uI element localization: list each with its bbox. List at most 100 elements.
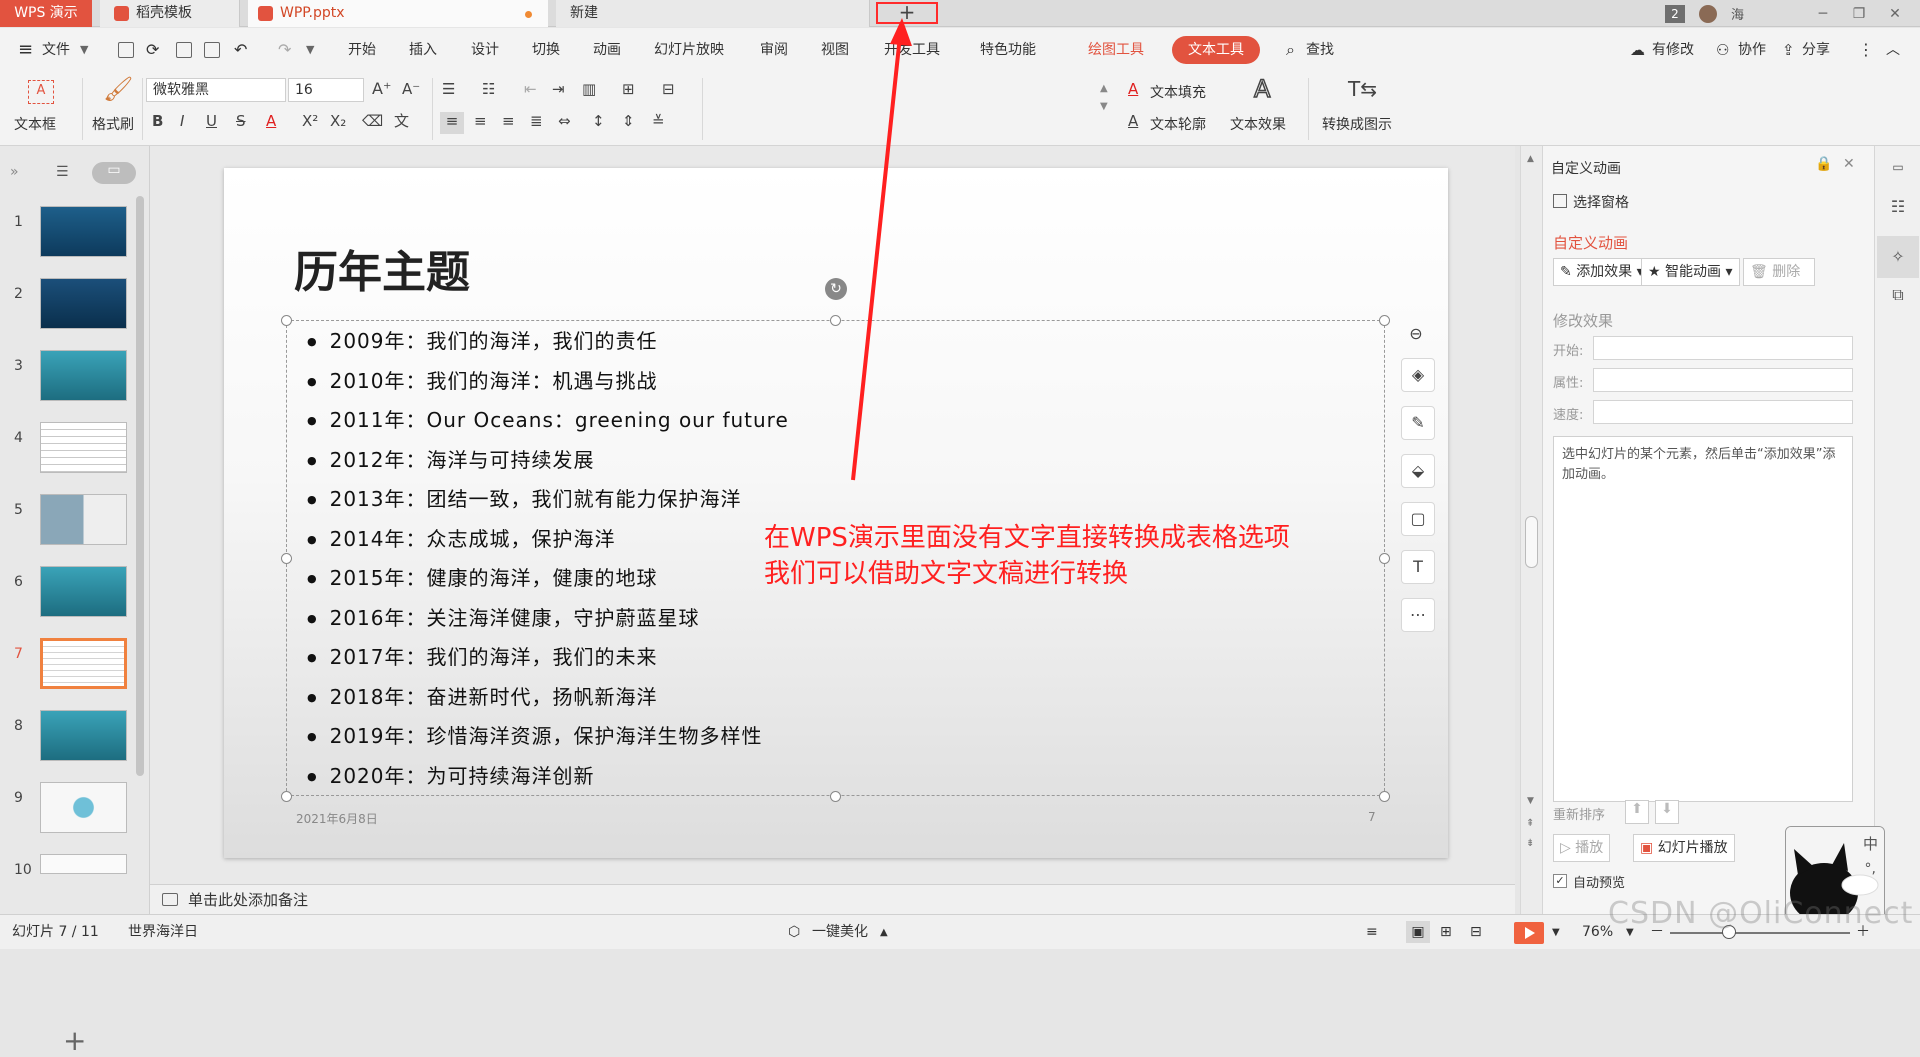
align-left-icon[interactable]: ≡ [440,112,464,134]
tab-review[interactable]: 审阅 [760,28,788,72]
resize-handle[interactable] [1379,315,1390,326]
bullet-item[interactable]: 2009年：我们的海洋，我们的责任 [307,325,658,354]
chevron-down-icon[interactable]: ▼ [1552,915,1560,950]
start-select[interactable] [1593,336,1853,360]
smart-animation-button[interactable]: ★ 智能动画 ▾ [1641,258,1740,286]
add-effect-button[interactable]: ✎ 添加效果 ▾ [1553,258,1651,286]
bullet-item[interactable]: 2018年：奋进新时代，扬帆新海洋 [307,681,658,710]
text-effect-icon[interactable]: A [1253,76,1271,102]
cloud-icon[interactable]: ☁ [1630,28,1645,72]
add-tab-button[interactable]: + [876,2,938,24]
bullet-item[interactable]: 2020年：为可持续海洋创新 [307,760,595,789]
avatar[interactable] [1698,4,1717,23]
tab-text-tools[interactable]: 文本工具 [1172,36,1260,64]
reading-view-icon[interactable]: ⊟ [1470,915,1482,950]
tab-drawing-tools[interactable]: 绘图工具 [1088,28,1144,72]
resize-handle[interactable] [281,553,292,564]
speed-select[interactable] [1593,400,1853,424]
clear-format-icon[interactable]: ⌫ [362,112,383,130]
slide[interactable]: 历年主题 2009年：我们的海洋，我们的责任 2010年：我们的海洋：机遇与挑战… [224,168,1448,858]
hamburger-icon[interactable]: ≡ [18,28,33,72]
resize-handle[interactable] [281,791,292,802]
slide-counter[interactable]: 幻灯片 7 / 11 [12,915,99,950]
border-icon[interactable]: ▢ [1401,502,1435,536]
bullet-item[interactable]: 2016年：关注海洋健康，守护蔚蓝星球 [307,602,700,631]
app-tab-wps[interactable]: WPS 演示 [0,0,92,27]
slide-thumbnail-7-selected[interactable] [40,638,127,689]
slide-thumbnail-10[interactable] [40,854,127,874]
align-text-icon[interactable]: ⊟ [662,80,675,98]
minimize-icon[interactable]: ─ [1812,6,1834,22]
modified-status[interactable]: 有修改 [1652,28,1694,72]
chevron-down-icon[interactable]: ▼ [80,28,88,72]
slide-thumbnail-1[interactable] [40,206,127,257]
numbered-list-icon[interactable]: ☷ [482,80,495,98]
delete-button[interactable]: 🗑 删除 [1743,258,1815,286]
one-click-beautify-button[interactable]: 一键美化 [812,915,868,950]
chevron-up-icon[interactable]: ▲ [880,915,888,950]
bullet-item[interactable]: 2019年：珍惜海洋资源，保护海洋生物多样性 [307,720,763,749]
play-button[interactable]: ▷ 播放 [1553,834,1611,862]
share-icon[interactable]: ⇪ [1782,28,1795,72]
slide-thumbnail-5[interactable] [40,494,127,545]
bullet-list-icon[interactable]: ☰ [442,80,455,98]
text-columns-icon[interactable]: ▥ [582,80,596,98]
tab-animation[interactable]: 动画 [593,28,621,72]
bullet-item[interactable]: 2011年：Our Oceans：greening our future [307,404,789,433]
italic-icon[interactable]: I [180,112,184,130]
notes-toggle-icon[interactable]: ≡ [1366,915,1378,950]
panel-toggle-icon[interactable]: ▭ [1887,156,1909,178]
animation-list[interactable]: 选中幻灯片的某个元素，然后单击“添加效果”添加动画。 [1553,436,1853,802]
undo-icon[interactable]: ↶ [234,28,247,72]
resize-handle[interactable] [830,315,841,326]
slide-thumbnail-9[interactable] [40,782,127,833]
thumbnail-scrollbar[interactable] [136,196,144,776]
text-fill-icon[interactable]: A [1128,80,1138,98]
save-icon[interactable] [118,42,134,58]
more-options-icon[interactable]: ⋮ [1858,28,1874,72]
tab-view[interactable]: 视图 [821,28,849,72]
selection-pane-icon[interactable] [1553,194,1567,208]
tab-special-features[interactable]: 特色功能 [980,28,1036,72]
user-name[interactable]: 海 [1731,4,1744,23]
convert-graphic-icon[interactable]: T⇆ [1348,79,1377,99]
justify-icon[interactable]: ≣ [530,112,543,130]
slide-thumbnail-2[interactable] [40,278,127,329]
text-outline-button[interactable]: 文本轮廓 [1150,114,1206,134]
align-right-icon[interactable]: ≡ [502,112,515,130]
scroll-down-icon[interactable]: ▼ [1527,796,1534,806]
fill-icon[interactable]: ⬙ [1401,454,1435,488]
auto-preview-checkbox[interactable]: ✓ [1553,874,1567,888]
canvas-vertical-scrollbar[interactable]: ▲ ▼ ⇞ ⇟ [1520,146,1542,914]
add-slide-button[interactable]: + [63,1024,86,1057]
scrollbar-thumb[interactable] [1525,516,1538,568]
scroll-up-icon[interactable]: ▲ [1527,154,1534,164]
ime-punctuation-icon[interactable]: °, [1865,861,1876,877]
tab-developer[interactable]: 开发工具 [884,28,940,72]
bullet-item[interactable]: 2014年：众志成城，保护海洋 [307,523,616,552]
distribute-icon[interactable]: ⇔ [558,112,571,130]
text-effect-button[interactable]: 文本效果 [1230,114,1286,134]
play-slideshow-button[interactable] [1514,922,1544,944]
tab-wpp-document[interactable]: WPP.pptx [248,0,548,27]
file-menu[interactable]: 文件 [42,28,70,72]
tab-transition[interactable]: 切换 [532,28,560,72]
tab-docer-templates[interactable]: 稻壳模板 [100,0,240,27]
move-up-icon[interactable]: ⬆ [1625,800,1649,824]
decrease-indent-icon[interactable]: ⇤ [524,80,537,98]
resize-handle[interactable] [281,315,292,326]
bullet-item[interactable]: 2010年：我们的海洋：机遇与挑战 [307,365,658,394]
font-size-select[interactable]: 16 [288,78,364,102]
gallery-scroll-icon[interactable]: ▲ ▼ [1100,80,1108,116]
slide-thumbnail-3[interactable] [40,350,127,401]
textbox-button[interactable]: 文本框 [14,114,56,134]
move-down-icon[interactable]: ⬇ [1655,800,1679,824]
slide-thumbnail-4[interactable] [40,422,127,473]
bullet-item[interactable]: 2015年：健康的海洋，健康的地球 [307,562,658,591]
text-direction-icon[interactable]: ⊞ [622,80,635,98]
tab-design[interactable]: 设计 [471,28,499,72]
pin-icon[interactable]: 🔒 [1815,156,1832,172]
next-slide-icon[interactable]: ⇟ [1526,838,1534,849]
textbox-icon[interactable]: A [28,80,54,104]
ime-chinese-icon[interactable]: 中 [1863,833,1878,854]
